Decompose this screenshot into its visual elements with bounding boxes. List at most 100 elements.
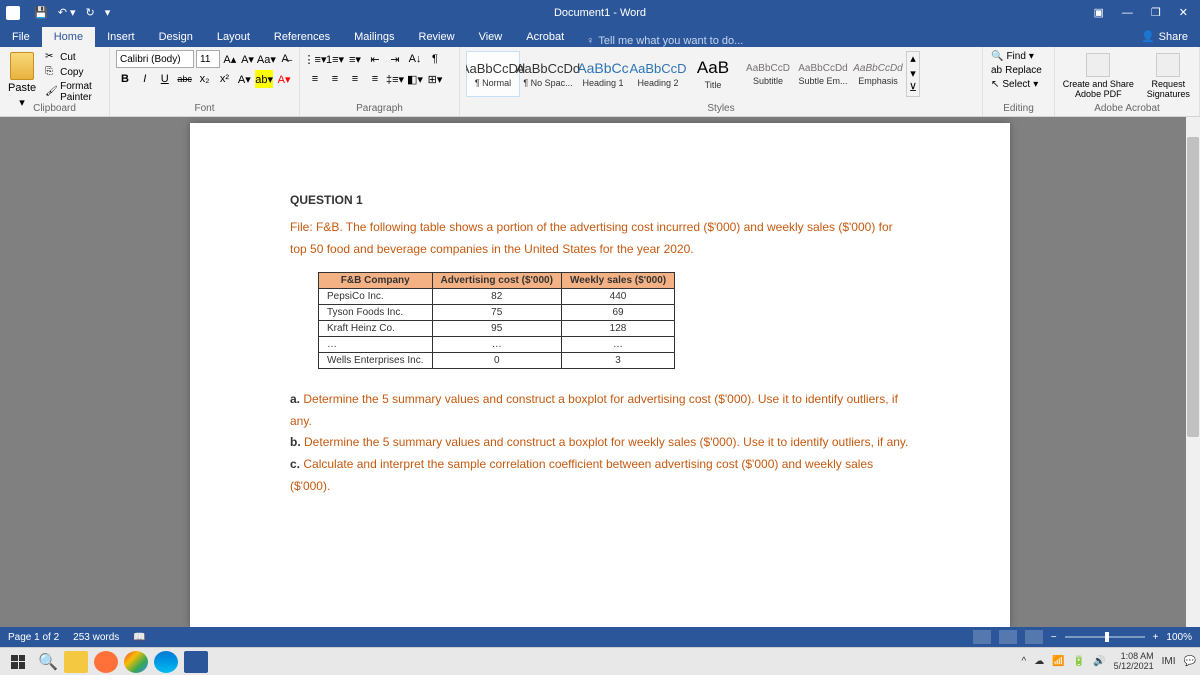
underline-button[interactable]: U — [156, 70, 174, 88]
tell-me-search[interactable]: ♀ Tell me what you want to do... — [586, 35, 743, 47]
zoom-thumb[interactable] — [1105, 632, 1109, 642]
onedrive-icon[interactable]: ☁ — [1034, 656, 1044, 667]
qat-dropdown-icon[interactable]: ▾ — [105, 6, 111, 19]
file-explorer-icon[interactable] — [64, 651, 88, 673]
font-color-button[interactable]: A▾ — [275, 70, 293, 88]
select-button[interactable]: ↖Select ▾ — [989, 78, 1048, 91]
tab-acrobat[interactable]: Acrobat — [514, 27, 576, 47]
tab-review[interactable]: Review — [407, 27, 467, 47]
search-icon[interactable]: 🔍 — [38, 652, 58, 672]
subscript-button[interactable]: x₂ — [196, 70, 214, 88]
edge-icon[interactable] — [154, 651, 178, 673]
strike-button[interactable]: abc — [176, 70, 194, 88]
start-button[interactable] — [4, 650, 32, 674]
zoom-slider[interactable] — [1065, 636, 1145, 638]
zoom-in-button[interactable]: + — [1153, 632, 1159, 643]
page[interactable]: QUESTION 1 File: F&B. The following tabl… — [190, 123, 1010, 627]
multilevel-button[interactable]: ≡▾ — [346, 50, 364, 68]
show-marks-button[interactable]: ¶ — [426, 50, 444, 68]
maximize-button[interactable]: ❐ — [1151, 6, 1161, 19]
close-button[interactable]: ✕ — [1179, 6, 1188, 19]
styles-scroll[interactable]: ▴▾⊻ — [906, 51, 920, 97]
redo-icon[interactable]: ↻ — [86, 6, 95, 19]
style-heading2[interactable]: AaBbCcDHeading 2 — [631, 51, 685, 97]
zoom-level[interactable]: 100% — [1166, 632, 1192, 643]
volume-icon[interactable]: 🔊 — [1093, 656, 1105, 667]
bullets-button[interactable]: ⋮≡▾ — [306, 50, 324, 68]
font-size-combo[interactable] — [196, 50, 220, 68]
firefox-icon[interactable] — [94, 651, 118, 673]
tab-view[interactable]: View — [467, 27, 515, 47]
bold-button[interactable]: B — [116, 70, 134, 88]
sort-button[interactable]: A↓ — [406, 50, 424, 68]
italic-button[interactable]: I — [136, 70, 154, 88]
tab-home[interactable]: Home — [42, 27, 95, 47]
cut-button[interactable]: ✂Cut — [42, 50, 103, 64]
shrink-font-button[interactable]: A▾ — [240, 50, 256, 68]
align-right-button[interactable]: ≡ — [346, 70, 364, 88]
tab-mailings[interactable]: Mailings — [342, 27, 406, 47]
vertical-scrollbar[interactable] — [1186, 117, 1200, 627]
change-case-button[interactable]: Aa▾ — [257, 50, 275, 68]
style-emphasis[interactable]: AaBbCcDdEmphasis — [851, 51, 905, 97]
word-taskbar-icon[interactable] — [184, 651, 208, 673]
numbering-button[interactable]: 1≡▾ — [326, 50, 344, 68]
style-title[interactable]: AaBTitle — [686, 51, 740, 97]
borders-button[interactable]: ⊞▾ — [426, 70, 444, 88]
align-left-button[interactable]: ≡ — [306, 70, 324, 88]
battery-icon[interactable]: 🔋 — [1073, 656, 1085, 667]
wifi-icon[interactable]: 📶 — [1052, 656, 1064, 667]
save-icon[interactable]: 💾 — [34, 6, 48, 19]
clock[interactable]: 1:08 AM 5/12/2021 — [1114, 652, 1154, 672]
copy-button[interactable]: ⎘Copy — [42, 65, 103, 79]
inc-indent-button[interactable]: ⇥ — [386, 50, 404, 68]
clear-format-button[interactable]: A̶ — [277, 50, 293, 68]
notifications-icon[interactable]: 💬 — [1184, 656, 1196, 667]
align-center-button[interactable]: ≡ — [326, 70, 344, 88]
grow-font-button[interactable]: A▴ — [222, 50, 238, 68]
create-pdf-button[interactable]: Create and Share Adobe PDF — [1061, 53, 1136, 99]
styles-gallery[interactable]: AaBbCcDd¶ Normal AaBbCcDd¶ No Spac... Aa… — [466, 50, 976, 98]
dec-indent-button[interactable]: ⇤ — [366, 50, 384, 68]
zoom-out-button[interactable]: − — [1051, 632, 1057, 643]
replace-button[interactable]: abReplace — [989, 64, 1048, 77]
style-subtle-em[interactable]: AaBbCcDdSubtle Em... — [796, 51, 850, 97]
find-button[interactable]: 🔍Find ▾ — [989, 50, 1048, 63]
print-layout-button[interactable] — [999, 630, 1017, 644]
word-count[interactable]: 253 words — [73, 632, 119, 643]
style-nospacing[interactable]: AaBbCcDd¶ No Spac... — [521, 51, 575, 97]
tray-chevron-icon[interactable]: ^ — [1022, 656, 1027, 667]
windows-icon — [11, 655, 25, 669]
tab-file[interactable]: File — [0, 27, 42, 47]
tab-insert[interactable]: Insert — [95, 27, 147, 47]
page-indicator[interactable]: Page 1 of 2 — [8, 632, 59, 643]
shading-button[interactable]: ◧▾ — [406, 70, 424, 88]
ribbon-display-icon[interactable]: ▣ — [1094, 6, 1104, 19]
justify-button[interactable]: ≡ — [366, 70, 384, 88]
table-row: Tyson Foods Inc.7569 — [319, 305, 675, 321]
request-sig-button[interactable]: Request Signatures — [1144, 53, 1193, 99]
superscript-button[interactable]: x² — [215, 70, 233, 88]
document-area[interactable]: QUESTION 1 File: F&B. The following tabl… — [0, 117, 1200, 627]
style-subtitle[interactable]: AaBbCcDSubtitle — [741, 51, 795, 97]
read-mode-button[interactable] — [973, 630, 991, 644]
share-button[interactable]: 👤 Share — [1129, 26, 1200, 47]
spell-check-icon[interactable]: 📖 — [133, 632, 145, 643]
ime-icon[interactable]: IMI — [1162, 656, 1176, 667]
font-name-combo[interactable] — [116, 50, 194, 68]
editing-group: 🔍Find ▾ abReplace ↖Select ▾ Editing — [983, 47, 1055, 116]
chrome-icon[interactable] — [124, 651, 148, 673]
style-normal[interactable]: AaBbCcDd¶ Normal — [466, 51, 520, 97]
style-heading1[interactable]: AaBbCcHeading 1 — [576, 51, 630, 97]
web-layout-button[interactable] — [1025, 630, 1043, 644]
format-painter-button[interactable]: 🖌Format Painter — [42, 80, 103, 104]
scroll-thumb[interactable] — [1187, 137, 1199, 437]
undo-icon[interactable]: ↶ ▾ — [58, 6, 76, 19]
tab-design[interactable]: Design — [147, 27, 205, 47]
line-spacing-button[interactable]: ‡≡▾ — [386, 70, 404, 88]
minimize-button[interactable]: — — [1122, 7, 1133, 19]
tab-references[interactable]: References — [262, 27, 342, 47]
tab-layout[interactable]: Layout — [205, 27, 262, 47]
text-effects-button[interactable]: A▾ — [235, 70, 253, 88]
highlight-button[interactable]: ab▾ — [255, 70, 273, 88]
